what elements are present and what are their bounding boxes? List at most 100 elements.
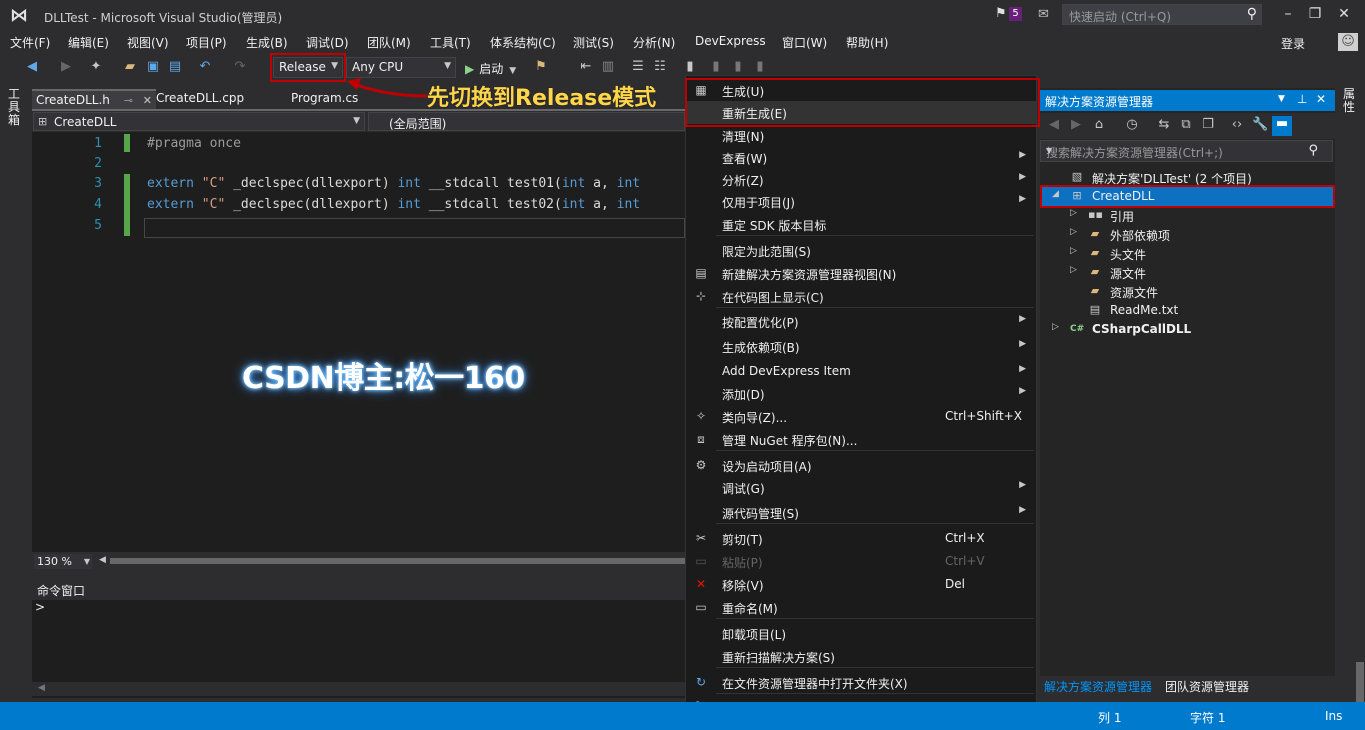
context-menu-item[interactable]: 源代码管理(S) ▶ [686,501,1036,523]
expand-arrow-icon[interactable]: ▷ [1070,265,1077,275]
context-menu-item[interactable]: 卸载项目(L) [686,622,1036,644]
context-menu-item[interactable]: ▤ 新建解决方案资源管理器视图(N) [686,262,1036,284]
close-icon[interactable]: ✕ [143,94,152,107]
context-menu-item[interactable]: 清理(N) [686,124,1036,146]
properties-tab[interactable]: 属性 [1343,88,1357,114]
command-window-title: 命令窗口 [37,584,86,598]
chevron-right-icon: ▶ [1019,339,1026,349]
context-menu-item[interactable]: 添加(D) ▶ [686,382,1036,404]
member-scope-dropdown[interactable]: (全局范围) [368,112,685,131]
find-in-files-icon[interactable]: ⚑ [533,59,549,74]
account-icon[interactable]: ☺ [1338,33,1358,51]
new-project-icon[interactable]: ✦ [88,59,104,74]
tree-item[interactable]: ▷ ▰ 外部依赖项 [1040,225,1330,244]
context-menu-item[interactable]: 重定 SDK 版本目标 [686,213,1036,235]
menu-team[interactable]: 团队(M) [367,34,411,51]
menu-view[interactable]: 视图(V) [127,34,169,51]
tree-item[interactable]: ▷ ▪▪ 引用 [1040,206,1330,225]
tab-team-explorer[interactable]: 团队资源管理器 [1165,678,1249,695]
tree-item[interactable]: ▷ ▰ 源文件 [1040,263,1330,282]
tab-solution-explorer[interactable]: 解决方案资源管理器 [1044,678,1152,695]
chevron-right-icon: ▶ [1019,386,1026,396]
expand-arrow-icon[interactable]: ▷ [1052,322,1059,332]
folder-icon: ▰ [1090,265,1100,278]
tab-createdll-h[interactable]: CreateDLL.h ⊸ ✕ [32,89,156,109]
context-menu-item[interactable]: 分析(Z) ▶ [686,168,1036,190]
chevron-down-icon: ▼ [353,116,360,126]
comment-icon[interactable]: ☰ [630,59,646,74]
context-menu-item[interactable]: 生成依赖项(B) ▶ [686,335,1036,357]
status-insert-mode: Ins [1325,709,1343,723]
pin-icon[interactable]: ⊸ [124,94,133,107]
remove-icon: ✕ [695,577,707,591]
horizontal-scrollbar[interactable] [110,558,685,564]
menu-analyze[interactable]: 分析(N) [633,34,675,51]
context-menu-item[interactable]: ✂ 剪切(T) Ctrl+X [686,527,1036,549]
menu-item-label: 仅用于项目(J) [722,196,795,210]
code-editor[interactable]: 1 2 3 4 5 #pragma once extern "C" _decls… [32,132,685,552]
menu-separator [716,235,1034,236]
context-menu-item[interactable]: 仅用于项目(J) ▶ [686,190,1036,212]
toolbox-tab[interactable]: 工具箱 [8,88,22,127]
menu-build[interactable]: 生成(B) [246,34,288,51]
context-menu-item[interactable]: 按配置优化(P) ▶ [686,310,1036,332]
uncomment-icon[interactable]: ☷ [652,59,668,74]
save-all-icon[interactable]: ▤ [167,59,183,74]
menu-item-label: 管理 NuGet 程序包(N)... [722,434,858,448]
chevron-right-icon: ▶ [1019,194,1026,204]
context-menu-item[interactable]: ⧈ 管理 NuGet 程序包(N)... [686,428,1036,450]
context-menu-item[interactable]: 重新扫描解决方案(S) [686,645,1036,667]
expand-arrow-icon[interactable]: ▷ [1070,208,1077,218]
breakpoint-icon[interactable]: ▥ [600,59,616,74]
gear-icon: ⚙ [695,458,707,472]
menu-item-label: 分析(Z) [722,174,764,188]
context-menu-item[interactable]: ▭ 重命名(M) [686,596,1036,618]
tree-item[interactable]: ▷ ▰ 头文件 [1040,244,1330,263]
chevron-right-icon: ▶ [1019,172,1026,182]
context-menu-item[interactable]: ⊹ 在代码图上显示(C) [686,285,1036,307]
scroll-left-icon[interactable]: ◀ [99,555,106,565]
open-file-icon[interactable]: ▰ [122,59,138,74]
forward-icon[interactable]: ▶ [58,59,74,74]
context-menu-item[interactable]: ↻ 在文件资源管理器中打开文件夹(X) [686,671,1036,693]
build-highlight-box [685,78,1040,127]
start-debugging-button[interactable]: ▶ 启动 ▼ [465,60,516,77]
context-menu-item[interactable]: ⚙ 设为启动项目(A) [686,454,1036,476]
scroll-left-icon[interactable]: ◀ [38,683,45,693]
tab-label: CreateDLL.cpp [156,91,245,105]
menu-test[interactable]: 测试(S) [573,34,614,51]
command-scrollbar-track[interactable]: ◀ [32,682,685,696]
status-char: 字符 1 [1190,711,1226,725]
menu-tools[interactable]: 工具(T) [430,34,471,51]
tree-item[interactable]: ▤ ReadMe.txt [1040,301,1330,320]
menu-file[interactable]: 文件(F) [10,34,50,51]
expand-arrow-icon[interactable]: ▷ [1070,227,1077,237]
menu-debug[interactable]: 调试(D) [306,34,349,51]
context-menu-item[interactable]: 查看(W) ▶ [686,146,1036,168]
menu-architecture[interactable]: 体系结构(C) [490,34,556,51]
text-file-icon: ▤ [1089,303,1101,316]
project-scope-dropdown[interactable]: ⊞ CreateDLL ▼ [33,112,365,131]
expand-arrow-icon[interactable]: ▷ [1070,246,1077,256]
context-menu-item[interactable]: Add DevExpress Item ▶ [686,360,1036,382]
context-menu-item[interactable]: 调试(G) ▶ [686,476,1036,498]
start-label: 启动 [479,62,504,76]
vertical-scrollbar[interactable] [1356,662,1364,702]
tab-createdll-cpp[interactable]: CreateDLL.cpp [152,89,248,109]
tree-item[interactable]: ▰ 资源文件 [1040,282,1330,301]
menu-project[interactable]: 项目(P) [186,34,227,51]
undo-icon[interactable]: ↶ [197,59,213,74]
zoom-dropdown[interactable]: 130 % ▼ [34,554,92,569]
redo-icon[interactable]: ↷ [232,59,248,74]
context-menu-item[interactable]: ✕ 移除(V) Del [686,573,1036,595]
back-icon[interactable]: ◀ [24,59,40,74]
context-menu-item[interactable]: 限定为此范围(S) [686,239,1036,261]
context-menu-item[interactable]: ✧ 类向导(Z)... Ctrl+Shift+X [686,405,1036,427]
step-icon[interactable]: ⇤ [578,59,594,74]
menu-item-label: 卸载项目(L) [722,628,787,642]
save-icon[interactable]: ▣ [145,59,161,74]
tree-item[interactable]: ▷ C# CSharpCallDLL [1040,320,1330,339]
new-view-icon: ▤ [695,266,707,280]
close-window-button[interactable]: ✕ [1334,6,1354,22]
menu-edit[interactable]: 编辑(E) [68,34,109,51]
